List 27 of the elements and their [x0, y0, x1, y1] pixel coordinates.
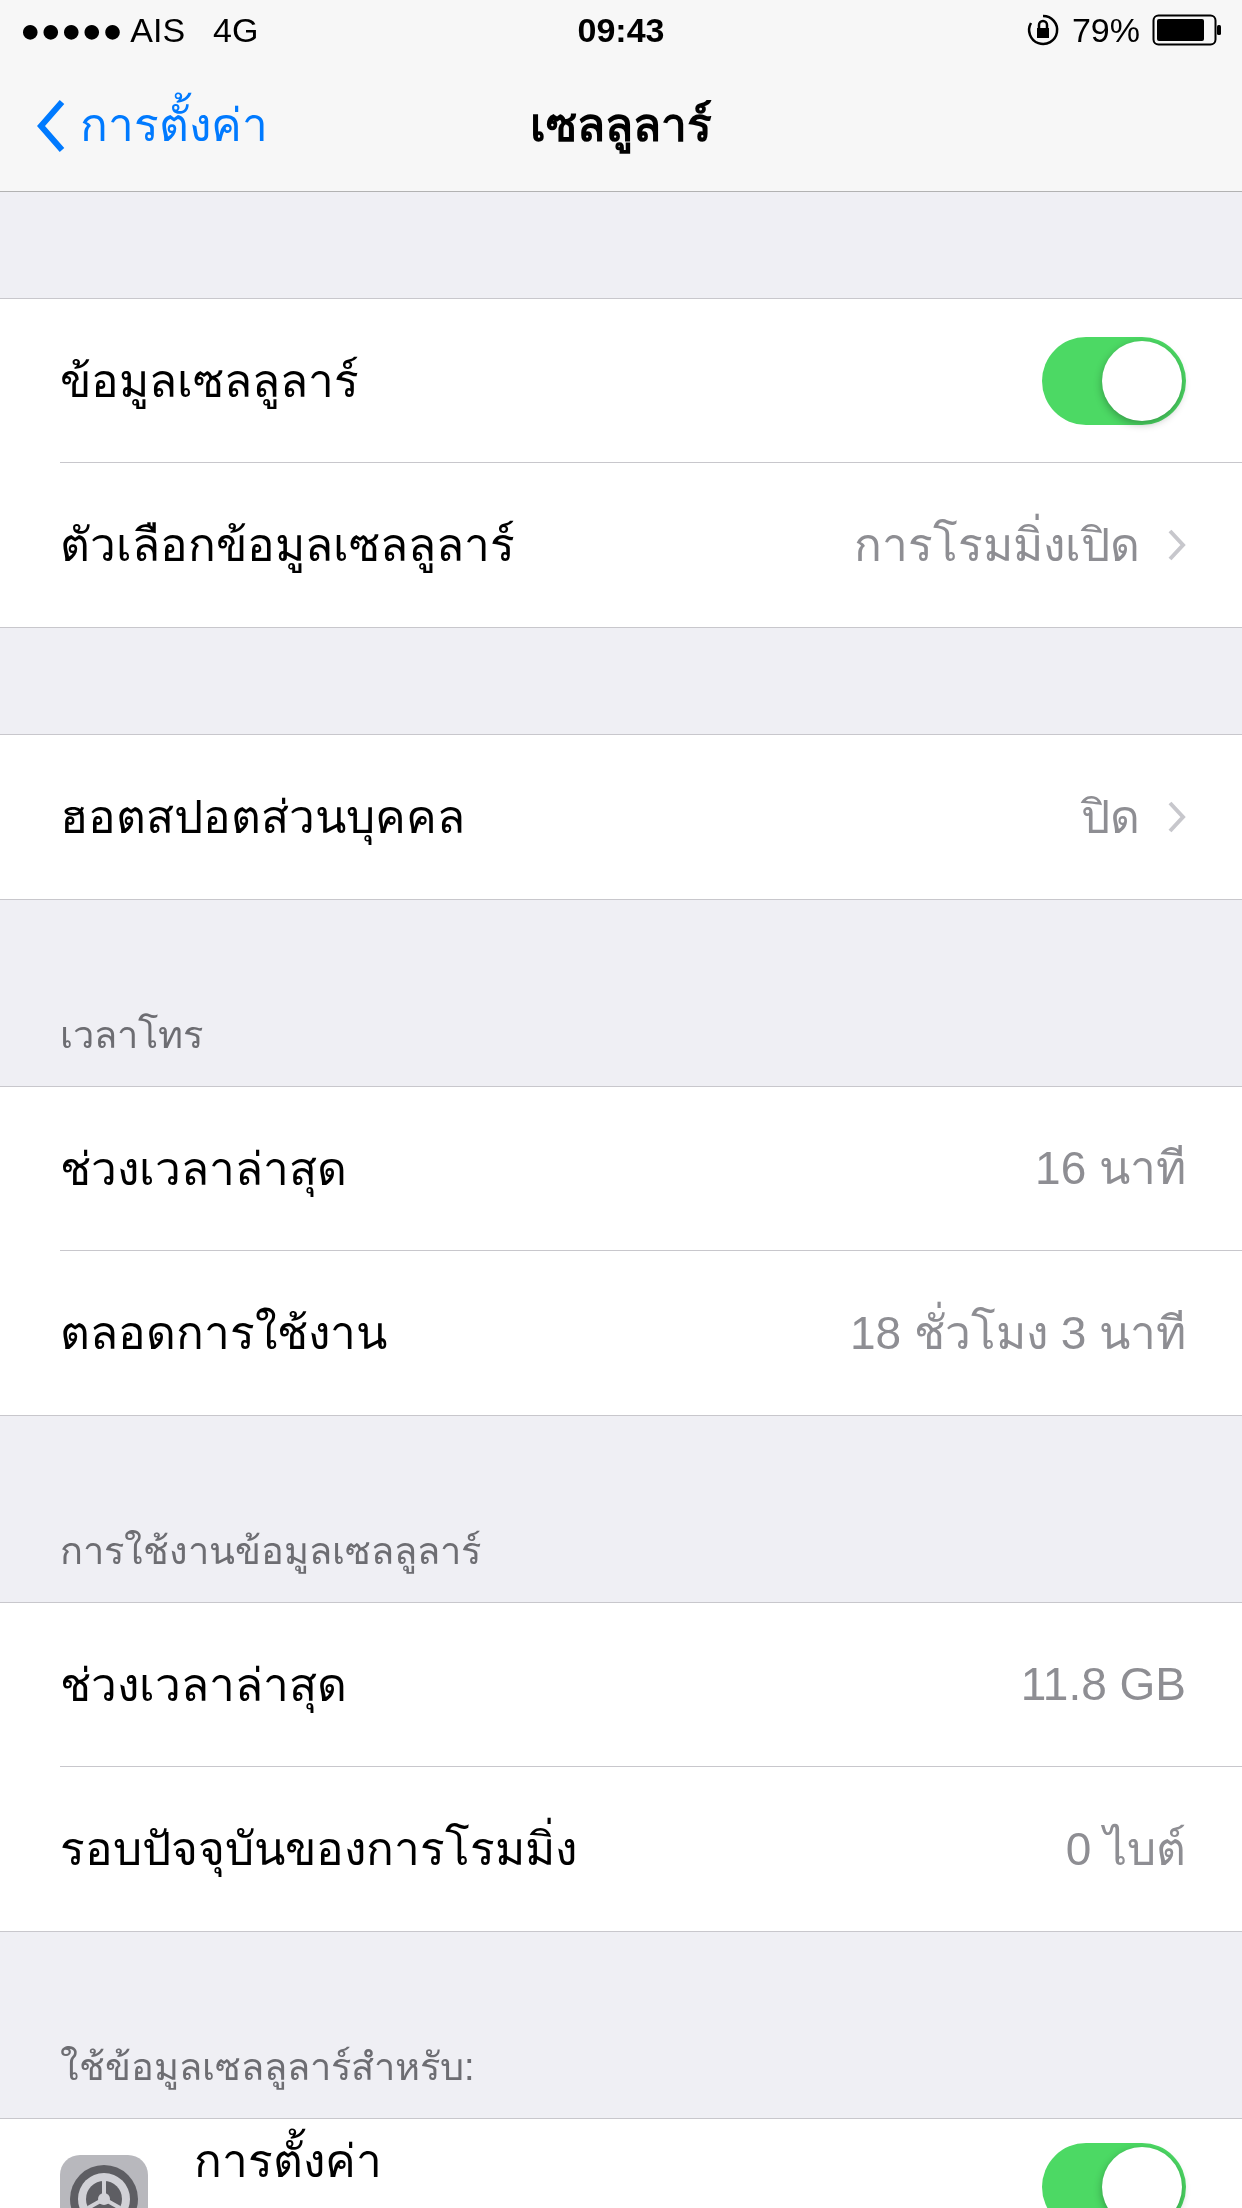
battery-percent: 79% [1071, 9, 1140, 51]
section-header: การใช้งานข้อมูลเซลลูลาร์ [60, 1529, 481, 1576]
row-label: รอบปัจจุบันของการโรมมิ่ง [60, 1811, 577, 1887]
row-value: 18 ชั่วโมง 3 นาที [849, 1298, 1186, 1368]
row-label: ช่วงเวลาล่าสุด [60, 1657, 347, 1715]
row-label: การตั้งค่า [194, 2123, 382, 2199]
section-header: ใช้ข้อมูลเซลลูลาร์สำหรับ: [60, 2045, 475, 2092]
row-value: การโรมมิ่งเปิด [854, 510, 1140, 580]
row-label: ช่วงเวลาล่าสุด [60, 1141, 347, 1199]
row-value: ปิด [1081, 789, 1140, 845]
row-label: ฮอตสปอตส่วนบุคคล [60, 790, 465, 847]
row-value: 11.8 GB [1020, 1657, 1186, 1712]
row-value: 0 ไบต์ [1065, 1821, 1186, 1877]
toggle-switch[interactable] [1042, 2143, 1186, 2208]
row-label: ตลอดการใช้งาน [60, 1306, 387, 1361]
network-label: 4G [213, 9, 259, 51]
back-button[interactable]: การตั้งค่า [0, 91, 268, 160]
nav-title: เซลลูลาร์ [530, 91, 712, 160]
back-chevron-icon [36, 98, 66, 153]
row-label: ข้อมูลเซลลูลาร์ [60, 353, 359, 411]
battery-icon [1152, 14, 1222, 46]
status-time: 09:43 [577, 9, 665, 51]
section-header: เวลาโทร [60, 1012, 203, 1058]
rotation-lock-icon [1025, 13, 1060, 47]
row-label: ตัวเลือกข้อมูลเซลลูลาร์ [60, 518, 515, 575]
carrier-label: ●●●●● AIS [20, 9, 186, 51]
row-value: 16 นาที [1035, 1141, 1186, 1196]
